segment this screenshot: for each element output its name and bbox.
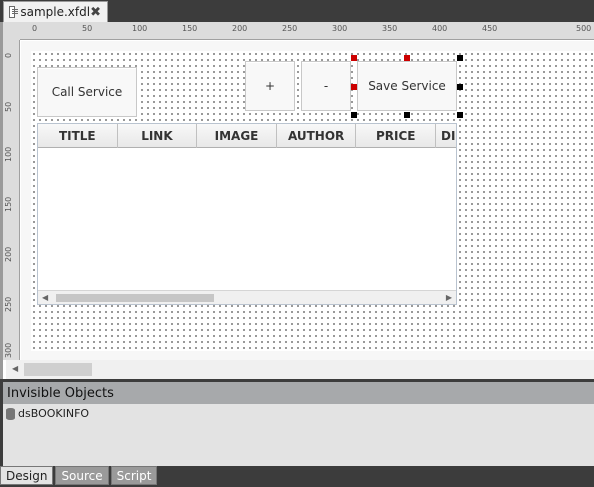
ruler-x-label: 200 — [232, 24, 248, 33]
scroll-right-icon[interactable]: ▶ — [446, 293, 452, 302]
add-button[interactable]: + — [245, 61, 295, 111]
view-tabs: Design Source Script — [0, 466, 594, 487]
design-canvas[interactable]: Call Service + - Save Service TITLE LINK… — [21, 41, 594, 360]
form-surface[interactable]: Call Service + - Save Service TITLE LINK… — [31, 51, 594, 351]
ruler-y-label: 0 — [4, 52, 13, 58]
tab-design[interactable]: Design — [0, 466, 54, 485]
grid-horizontal-scrollbar[interactable]: ◀ ▶ — [38, 290, 456, 304]
call-service-button[interactable]: Call Service — [37, 67, 137, 117]
document-tab-bar: sample.xfdl ✖ — [0, 0, 594, 22]
column-header-price[interactable]: PRICE — [356, 124, 437, 148]
column-header-link[interactable]: LINK — [118, 124, 198, 148]
resize-handle[interactable] — [457, 84, 463, 90]
ruler-x-label: 400 — [432, 24, 448, 33]
ruler-y-label: 100 — [4, 146, 13, 162]
ruler-x-label: 150 — [182, 24, 198, 33]
column-header-author[interactable]: AUTHOR — [277, 124, 357, 148]
ruler-x-label: 0 — [32, 24, 38, 33]
ruler-x-label: 50 — [82, 24, 93, 33]
ruler-x-label: 250 — [282, 24, 298, 33]
dataset-label: dsBOOKINFO — [18, 407, 90, 420]
resize-handle[interactable] — [404, 112, 410, 118]
resize-handle[interactable] — [457, 55, 463, 61]
ruler-x-label: 500 — [576, 24, 592, 33]
book-grid[interactable]: TITLE LINK IMAGE AUTHOR PRICE DI ◀ ▶ — [37, 123, 457, 305]
resize-handle[interactable] — [404, 55, 410, 61]
tab-script[interactable]: Script — [110, 466, 158, 485]
ruler-y-label: 50 — [4, 101, 13, 112]
design-editor: 0 50 100 150 200 250 300 350 400 450 500… — [0, 22, 594, 379]
grid-header: TITLE LINK IMAGE AUTHOR PRICE DI — [38, 124, 456, 148]
save-service-button[interactable]: Save Service — [357, 61, 457, 111]
column-header-title[interactable]: TITLE — [38, 124, 118, 148]
invisible-objects-header: Invisible Objects — [3, 382, 594, 404]
invisible-objects-panel: Invisible Objects dsBOOKINFO — [3, 382, 594, 466]
ruler-corner — [3, 22, 20, 40]
scroll-left-icon[interactable]: ◀ — [42, 293, 48, 302]
column-header-truncated[interactable]: DI — [436, 124, 456, 148]
column-header-image[interactable]: IMAGE — [197, 124, 277, 148]
scroll-left-icon[interactable]: ◀ — [12, 364, 18, 373]
remove-button[interactable]: - — [301, 61, 351, 111]
file-icon — [9, 6, 19, 18]
close-icon[interactable]: ✖ — [90, 5, 101, 20]
vertical-ruler: 0 50 100 150 200 250 300 — [3, 40, 20, 360]
tab-source[interactable]: Source — [55, 466, 109, 485]
editor-horizontal-scrollbar[interactable]: ◀ — [6, 360, 594, 379]
ruler-y-label: 250 — [4, 296, 13, 312]
resize-handle[interactable] — [457, 112, 463, 118]
document-tab-title: sample.xfdl — [20, 5, 91, 19]
scroll-thumb[interactable] — [56, 294, 214, 302]
scroll-thumb[interactable] — [24, 363, 92, 376]
ruler-x-label: 450 — [482, 24, 498, 33]
ruler-x-label: 100 — [132, 24, 148, 33]
document-tab[interactable]: sample.xfdl ✖ — [3, 1, 108, 22]
horizontal-ruler: 0 50 100 150 200 250 300 350 400 450 500 — [20, 22, 594, 40]
resize-handle[interactable] — [351, 84, 357, 90]
dataset-item[interactable]: dsBOOKINFO — [3, 404, 594, 420]
ruler-y-label: 300 — [4, 342, 13, 358]
ruler-x-label: 300 — [332, 24, 348, 33]
database-icon — [6, 407, 15, 420]
ruler-y-label: 150 — [4, 196, 13, 212]
ruler-y-label: 200 — [4, 246, 13, 262]
resize-handle[interactable] — [351, 55, 357, 61]
resize-handle[interactable] — [351, 112, 357, 118]
ruler-x-label: 350 — [382, 24, 398, 33]
